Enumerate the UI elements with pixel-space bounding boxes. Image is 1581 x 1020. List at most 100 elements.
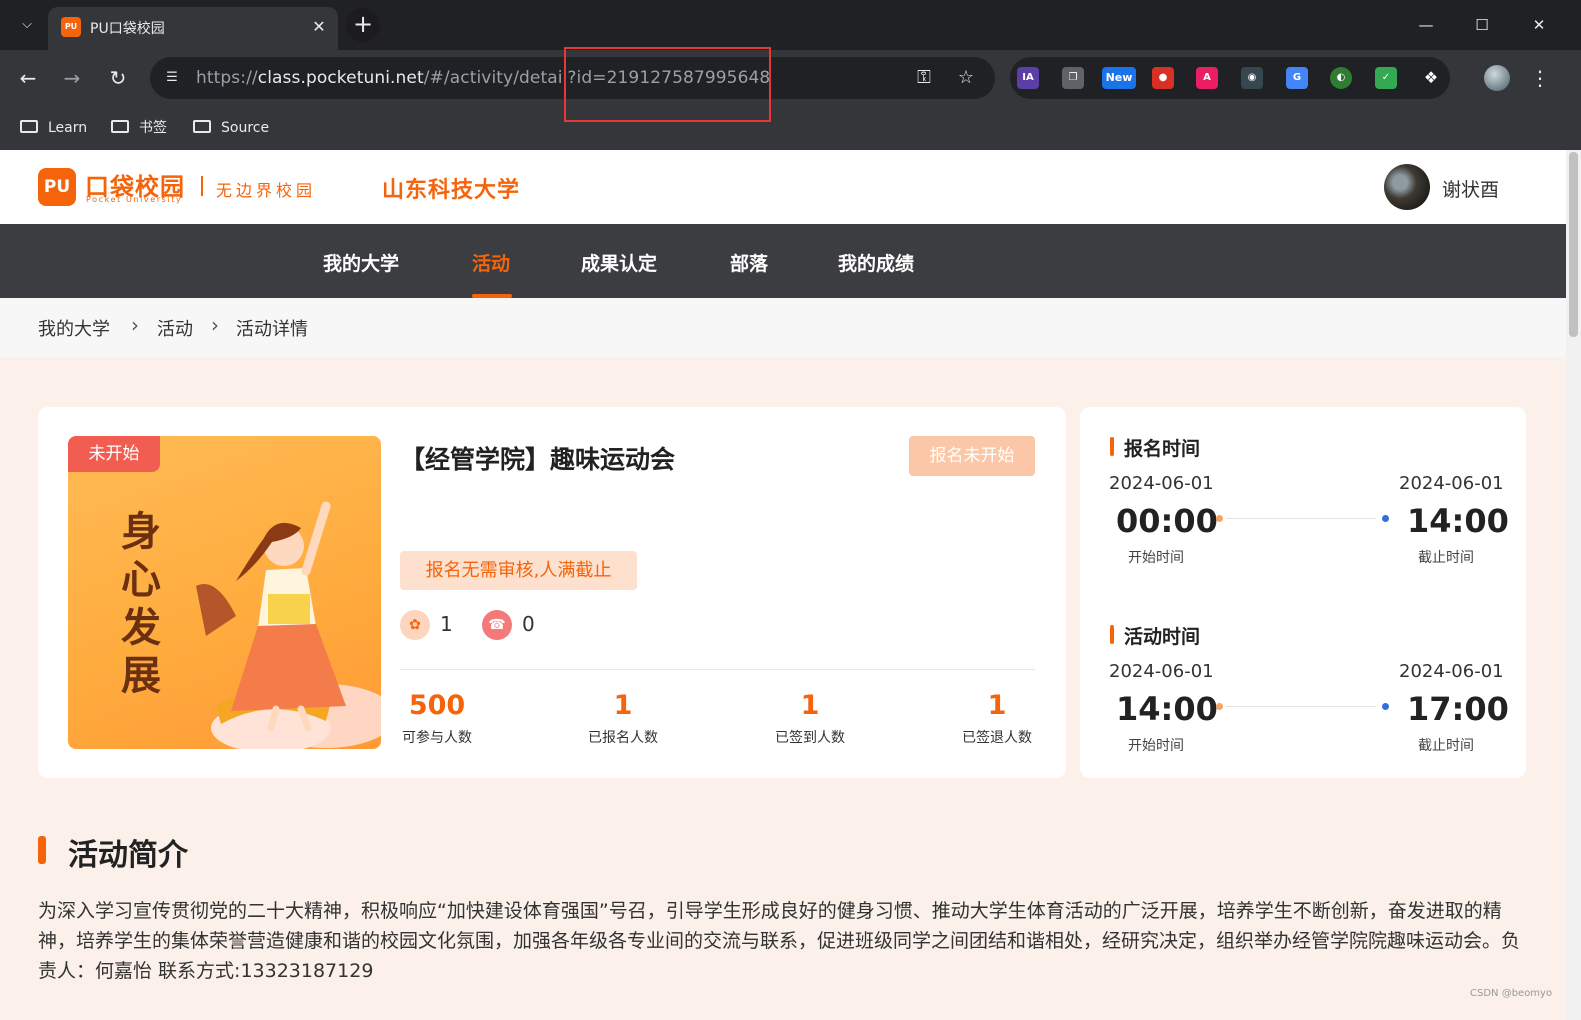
breadcrumb-item[interactable]: 活动 (157, 315, 193, 341)
time-line (1226, 706, 1376, 707)
activity-start-time: 14:00 (1116, 690, 1218, 728)
time-card: 报名时间 2024-06-01 2024-06-01 00:00 14:00 开… (1080, 407, 1526, 778)
bookmark-label: Source (221, 120, 270, 136)
logo-subtitle: Pocket University (86, 195, 183, 204)
activity-start-date: 2024-06-01 (1109, 661, 1214, 682)
url-id-highlight (564, 47, 771, 122)
stat-checked-in-label: 已签到人数 (775, 730, 845, 746)
time-line (1226, 518, 1376, 519)
chevron-right-icon: › (131, 313, 139, 337)
window-close-icon[interactable]: ✕ (1519, 10, 1559, 40)
stat-signed-up-label: 已报名人数 (588, 730, 658, 746)
new-tab-button[interactable]: + (346, 8, 380, 42)
main-nav: 我的大学 活动 成果认定 部落 我的成绩 (0, 224, 1566, 298)
activity-title: 【经管学院】趣味运动会 (400, 445, 676, 474)
cover-illustration (196, 501, 381, 749)
nav-item-achievements[interactable]: 成果认定 (581, 249, 657, 276)
stat-checked-in-value: 1 (800, 690, 820, 721)
status-badge: 未开始 (68, 436, 160, 472)
browser-tab[interactable]: PU PU口袋校园 ✕ (48, 7, 338, 50)
tab-close-icon[interactable]: ✕ (310, 16, 328, 38)
globe-extension-icon[interactable]: ◐ (1330, 67, 1352, 89)
scrollbar-thumb[interactable] (1569, 152, 1578, 337)
activity-card: 未开始 身心发展 【经管学院】趣味运动会 报名未开始 报名无需审核,人满截止 ✿… (38, 407, 1066, 778)
phone-icon[interactable]: ☎ (482, 610, 512, 640)
folder-icon (20, 120, 38, 133)
signup-rule-tag: 报名无需审核,人满截止 (400, 551, 637, 590)
browser-toolbar: ← → ↻ ☰ https://class.pocketuni.net/#/ac… (0, 50, 1581, 106)
watermark: CSDN @beomyo (1470, 988, 1553, 999)
extensions-area: IA ❐ New ● A ◉ G ◐ ✓ ❖ (1010, 57, 1450, 99)
tab-search-chevron-icon[interactable]: ⌵ (14, 14, 40, 36)
nav-item-tribes[interactable]: 部落 (730, 249, 768, 276)
red-extension-icon[interactable]: ● (1152, 67, 1174, 89)
site-header: PU 口袋校园 Pocket University 无边界校园 山东科技大学 谢… (0, 150, 1566, 224)
tab-title: PU口袋校园 (90, 21, 165, 37)
site-info-icon[interactable]: ☰ (162, 68, 182, 88)
stat-capacity-value: 500 (408, 690, 466, 721)
bookmark-source[interactable]: Source (193, 116, 269, 140)
reload-icon[interactable]: ↻ (104, 64, 132, 92)
logo-divider (201, 176, 203, 196)
folder-icon (193, 120, 211, 133)
activity-end-caption: 截止时间 (1418, 738, 1474, 754)
browser-menu-icon[interactable]: ⋮ (1530, 64, 1550, 92)
pu-favicon-icon: PU (61, 17, 81, 37)
bookmark-label: Learn (48, 120, 88, 136)
page: PU 口袋校园 Pocket University 无边界校园 山东科技大学 谢… (0, 150, 1566, 1020)
school-name: 山东科技大学 (382, 178, 521, 203)
breadcrumb-item[interactable]: 我的大学 (38, 315, 110, 341)
maximize-icon[interactable]: ☐ (1462, 10, 1502, 40)
intro-title: 活动简介 (68, 838, 188, 873)
start-dot (1216, 515, 1223, 522)
start-dot (1216, 703, 1223, 710)
back-icon[interactable]: ← (14, 64, 42, 92)
stat-capacity-label: 可参与人数 (402, 730, 472, 746)
badge-count: 1 (440, 612, 453, 636)
ia-extension-icon[interactable]: IA (1017, 67, 1039, 89)
bookmark-label: 书签 (139, 120, 167, 136)
breadcrumb-current: 活动详情 (236, 319, 308, 340)
pu-logo[interactable]: PU (38, 168, 76, 206)
chevron-right-icon: › (211, 313, 219, 337)
google-translate-icon[interactable]: G (1286, 67, 1308, 89)
signup-start-time: 00:00 (1116, 502, 1218, 540)
cover-text: 身心发展 (121, 509, 161, 699)
signup-time-title: 报名时间 (1110, 434, 1200, 461)
activity-end-time: 17:00 (1407, 690, 1509, 728)
forward-icon[interactable]: → (58, 64, 86, 92)
end-dot (1382, 515, 1389, 522)
copy-extension-icon[interactable]: ❐ (1062, 67, 1084, 89)
user-name[interactable]: 谢状酉 (1442, 175, 1499, 202)
signup-end-caption: 截止时间 (1418, 550, 1474, 566)
bookmark-shuqian[interactable]: 书签 (111, 116, 167, 140)
url-host: class.pocketuni.net (257, 68, 424, 88)
stat-checked-out-label: 已签退人数 (962, 730, 1032, 746)
activity-end-date: 2024-06-01 (1399, 661, 1504, 682)
badge-icon: ✿ (400, 610, 430, 640)
password-key-icon[interactable]: ⚿ (912, 66, 936, 90)
signup-start-date: 2024-06-01 (1109, 473, 1214, 494)
intro-accent-bar (38, 836, 46, 864)
bookmarks-bar: Learn 书签 Source (0, 106, 1581, 150)
new-extension-icon[interactable]: New (1102, 67, 1136, 89)
bookmark-star-icon[interactable]: ☆ (954, 66, 978, 90)
signup-end-time: 14:00 (1407, 502, 1509, 540)
shield-extension-icon[interactable]: ✓ (1375, 67, 1397, 89)
puzzle-extensions-icon[interactable]: ❖ (1420, 67, 1442, 89)
stat-checked-out-value: 1 (987, 690, 1007, 721)
page-scrollbar[interactable] (1566, 150, 1581, 1020)
bookmark-learn[interactable]: Learn (20, 116, 87, 140)
minimize-icon[interactable]: — (1406, 10, 1446, 40)
nav-item-my-grades[interactable]: 我的成绩 (838, 249, 914, 276)
nav-item-my-university[interactable]: 我的大学 (323, 249, 399, 276)
user-avatar[interactable] (1384, 164, 1430, 210)
activity-time-title: 活动时间 (1110, 622, 1200, 649)
profile-avatar[interactable] (1484, 65, 1510, 91)
nav-item-activities[interactable]: 活动 (472, 249, 510, 276)
logo-slogan: 无边界校园 (216, 181, 317, 200)
signup-button[interactable]: 报名未开始 (909, 436, 1035, 476)
tab-strip: ⌵ PU PU口袋校园 ✕ + — ☐ ✕ (0, 0, 1581, 50)
translate-extension-icon[interactable]: A (1196, 67, 1218, 89)
glasses-extension-icon[interactable]: ◉ (1241, 67, 1263, 89)
